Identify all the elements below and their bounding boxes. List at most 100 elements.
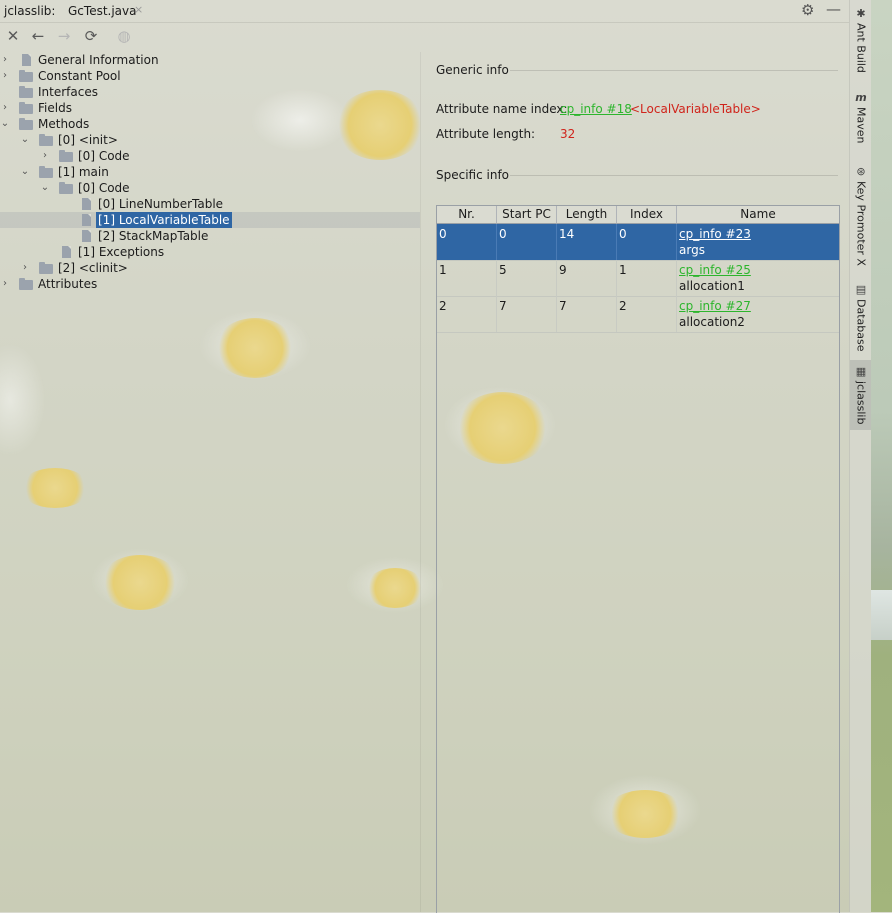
file-icon xyxy=(82,230,91,242)
toolbar: ✕ ← → ⟳ ◍ xyxy=(0,23,420,51)
generic-info-title: Generic info xyxy=(436,63,509,77)
background-flower xyxy=(365,568,425,608)
column-header-start-pc[interactable]: Start PC xyxy=(497,206,557,224)
browser-icon[interactable]: ◍ xyxy=(115,27,133,45)
sidebar-tab-ant-build[interactable]: ✱ Ant Build xyxy=(850,2,872,79)
table-row[interactable]: 2 7 7 2 cp_info #27 allocation2 xyxy=(437,296,839,333)
back-arrow-icon[interactable]: ← xyxy=(29,27,47,45)
cell-index: 0 xyxy=(617,224,677,260)
refresh-icon[interactable]: ⟳ xyxy=(82,27,100,45)
background-flower xyxy=(20,468,90,508)
jclasslib-icon: ▦ xyxy=(855,365,867,378)
tree-node-init[interactable]: [0] <init> xyxy=(58,132,118,148)
file-icon xyxy=(62,246,71,258)
expand-arrow-icon[interactable]: › xyxy=(0,52,10,68)
table-row[interactable]: 1 5 9 1 cp_info #25 allocation1 xyxy=(437,260,839,297)
tree-node-stack-map-table[interactable]: [2] StackMapTable xyxy=(98,228,208,244)
cell-start-pc: 7 xyxy=(497,296,557,332)
cell-length: 14 xyxy=(557,224,617,260)
desktop-background xyxy=(871,590,892,640)
column-header-nr[interactable]: Nr. xyxy=(437,206,497,224)
expand-arrow-icon[interactable]: › xyxy=(0,68,10,84)
cell-name: cp_info #23 args xyxy=(677,224,839,260)
database-icon: ▤ xyxy=(855,283,867,296)
cell-name: cp_info #25 allocation1 xyxy=(677,260,839,296)
tab-close-icon[interactable]: × xyxy=(134,3,143,16)
cell-length: 7 xyxy=(557,296,617,332)
attribute-length-value: 32 xyxy=(560,127,576,141)
variable-name: allocation2 xyxy=(679,315,745,329)
tree-node-fields[interactable]: Fields xyxy=(38,100,72,116)
cell-nr: 0 xyxy=(437,224,497,260)
file-icon xyxy=(82,214,91,226)
desktop-background xyxy=(871,0,892,912)
tool-window-sidebar: ✱ Ant Build m Maven ⊛ Key Promoter X ▤ D… xyxy=(849,0,872,912)
splitter[interactable] xyxy=(420,52,421,912)
cell-start-pc: 0 xyxy=(497,224,557,260)
tree-node-interfaces[interactable]: Interfaces xyxy=(38,84,98,100)
maven-icon: m xyxy=(855,91,867,104)
gear-icon[interactable]: ⚙ xyxy=(801,1,814,19)
tree-node-exceptions[interactable]: [1] Exceptions xyxy=(78,244,164,260)
folder-icon xyxy=(59,150,73,162)
specific-info-title: Specific info xyxy=(436,168,510,182)
attribute-name-value: <LocalVariableTable> xyxy=(630,102,761,116)
sidebar-tab-jclasslib[interactable]: ▦ jclasslib xyxy=(850,360,872,431)
tree-node-clinit[interactable]: [2] <clinit> xyxy=(58,260,128,276)
tree-node-general-information[interactable]: General Information xyxy=(38,52,159,68)
title-bar: jclasslib: GcTest.java × ⚙ — xyxy=(0,0,849,23)
folder-icon xyxy=(19,86,33,98)
folder-icon xyxy=(39,166,53,178)
variable-name: args xyxy=(679,243,705,257)
expand-arrow-icon[interactable]: › xyxy=(40,148,50,164)
column-header-name[interactable]: Name xyxy=(677,206,839,224)
attribute-name-index-link[interactable]: cp_info #18 xyxy=(560,102,632,116)
collapse-arrow-icon[interactable]: ⌄ xyxy=(20,164,30,180)
collapse-arrow-icon[interactable]: ⌄ xyxy=(0,116,10,132)
background-flower xyxy=(100,555,180,610)
expand-arrow-icon[interactable]: › xyxy=(20,260,30,276)
cell-name: cp_info #27 allocation2 xyxy=(677,296,839,332)
table-row[interactable]: 0 0 14 0 cp_info #23 args xyxy=(437,224,839,261)
cp-info-link[interactable]: cp_info #25 xyxy=(679,262,837,278)
tree-node-init-code[interactable]: [0] Code xyxy=(78,148,130,164)
tree-node-main[interactable]: [1] main xyxy=(58,164,109,180)
sidebar-tab-maven[interactable]: m Maven xyxy=(850,86,872,149)
sidebar-tab-database[interactable]: ▤ Database xyxy=(850,278,872,358)
column-header-index[interactable]: Index xyxy=(617,206,677,224)
cp-info-link[interactable]: cp_info #23 xyxy=(679,226,837,242)
expand-arrow-icon[interactable]: › xyxy=(0,276,10,292)
tree-node-constant-pool[interactable]: Constant Pool xyxy=(38,68,121,84)
minimize-icon[interactable]: — xyxy=(826,0,841,18)
cp-info-link[interactable]: cp_info #27 xyxy=(679,298,837,314)
column-header-length[interactable]: Length xyxy=(557,206,617,224)
file-tab[interactable]: GcTest.java xyxy=(68,3,136,19)
tree-node-local-variable-table[interactable]: [1] LocalVariableTable xyxy=(96,212,232,228)
tree-node-methods[interactable]: Methods xyxy=(38,116,89,132)
background-flower xyxy=(215,318,295,378)
forward-arrow-icon[interactable]: → xyxy=(55,27,73,45)
tree-node-main-code[interactable]: [0] Code xyxy=(78,180,130,196)
ant-icon: ✱ xyxy=(856,7,866,20)
sidebar-tab-label: Key Promoter X xyxy=(854,181,868,266)
tool-window-title: jclasslib: xyxy=(4,4,56,18)
sidebar-tab-label: Maven xyxy=(854,107,868,144)
folder-icon xyxy=(39,262,53,274)
sidebar-tab-key-promoter[interactable]: ⊛ Key Promoter X xyxy=(850,160,872,272)
folder-icon xyxy=(19,118,33,130)
cell-length: 9 xyxy=(557,260,617,296)
divider xyxy=(510,70,838,71)
folder-icon xyxy=(59,182,73,194)
tree-node-attributes[interactable]: Attributes xyxy=(38,276,97,292)
tree-node-line-number-table[interactable]: [0] LineNumberTable xyxy=(98,196,223,212)
close-icon[interactable]: ✕ xyxy=(4,27,22,45)
expand-arrow-icon[interactable]: › xyxy=(0,100,10,116)
sidebar-tab-label: Database xyxy=(854,299,868,352)
cell-start-pc: 5 xyxy=(497,260,557,296)
cell-index: 2 xyxy=(617,296,677,332)
collapse-arrow-icon[interactable]: ⌄ xyxy=(20,132,30,148)
key-promoter-icon: ⊛ xyxy=(856,165,866,178)
folder-icon xyxy=(19,102,33,114)
collapse-arrow-icon[interactable]: ⌄ xyxy=(40,180,50,196)
sidebar-tab-label: jclasslib xyxy=(854,381,868,425)
